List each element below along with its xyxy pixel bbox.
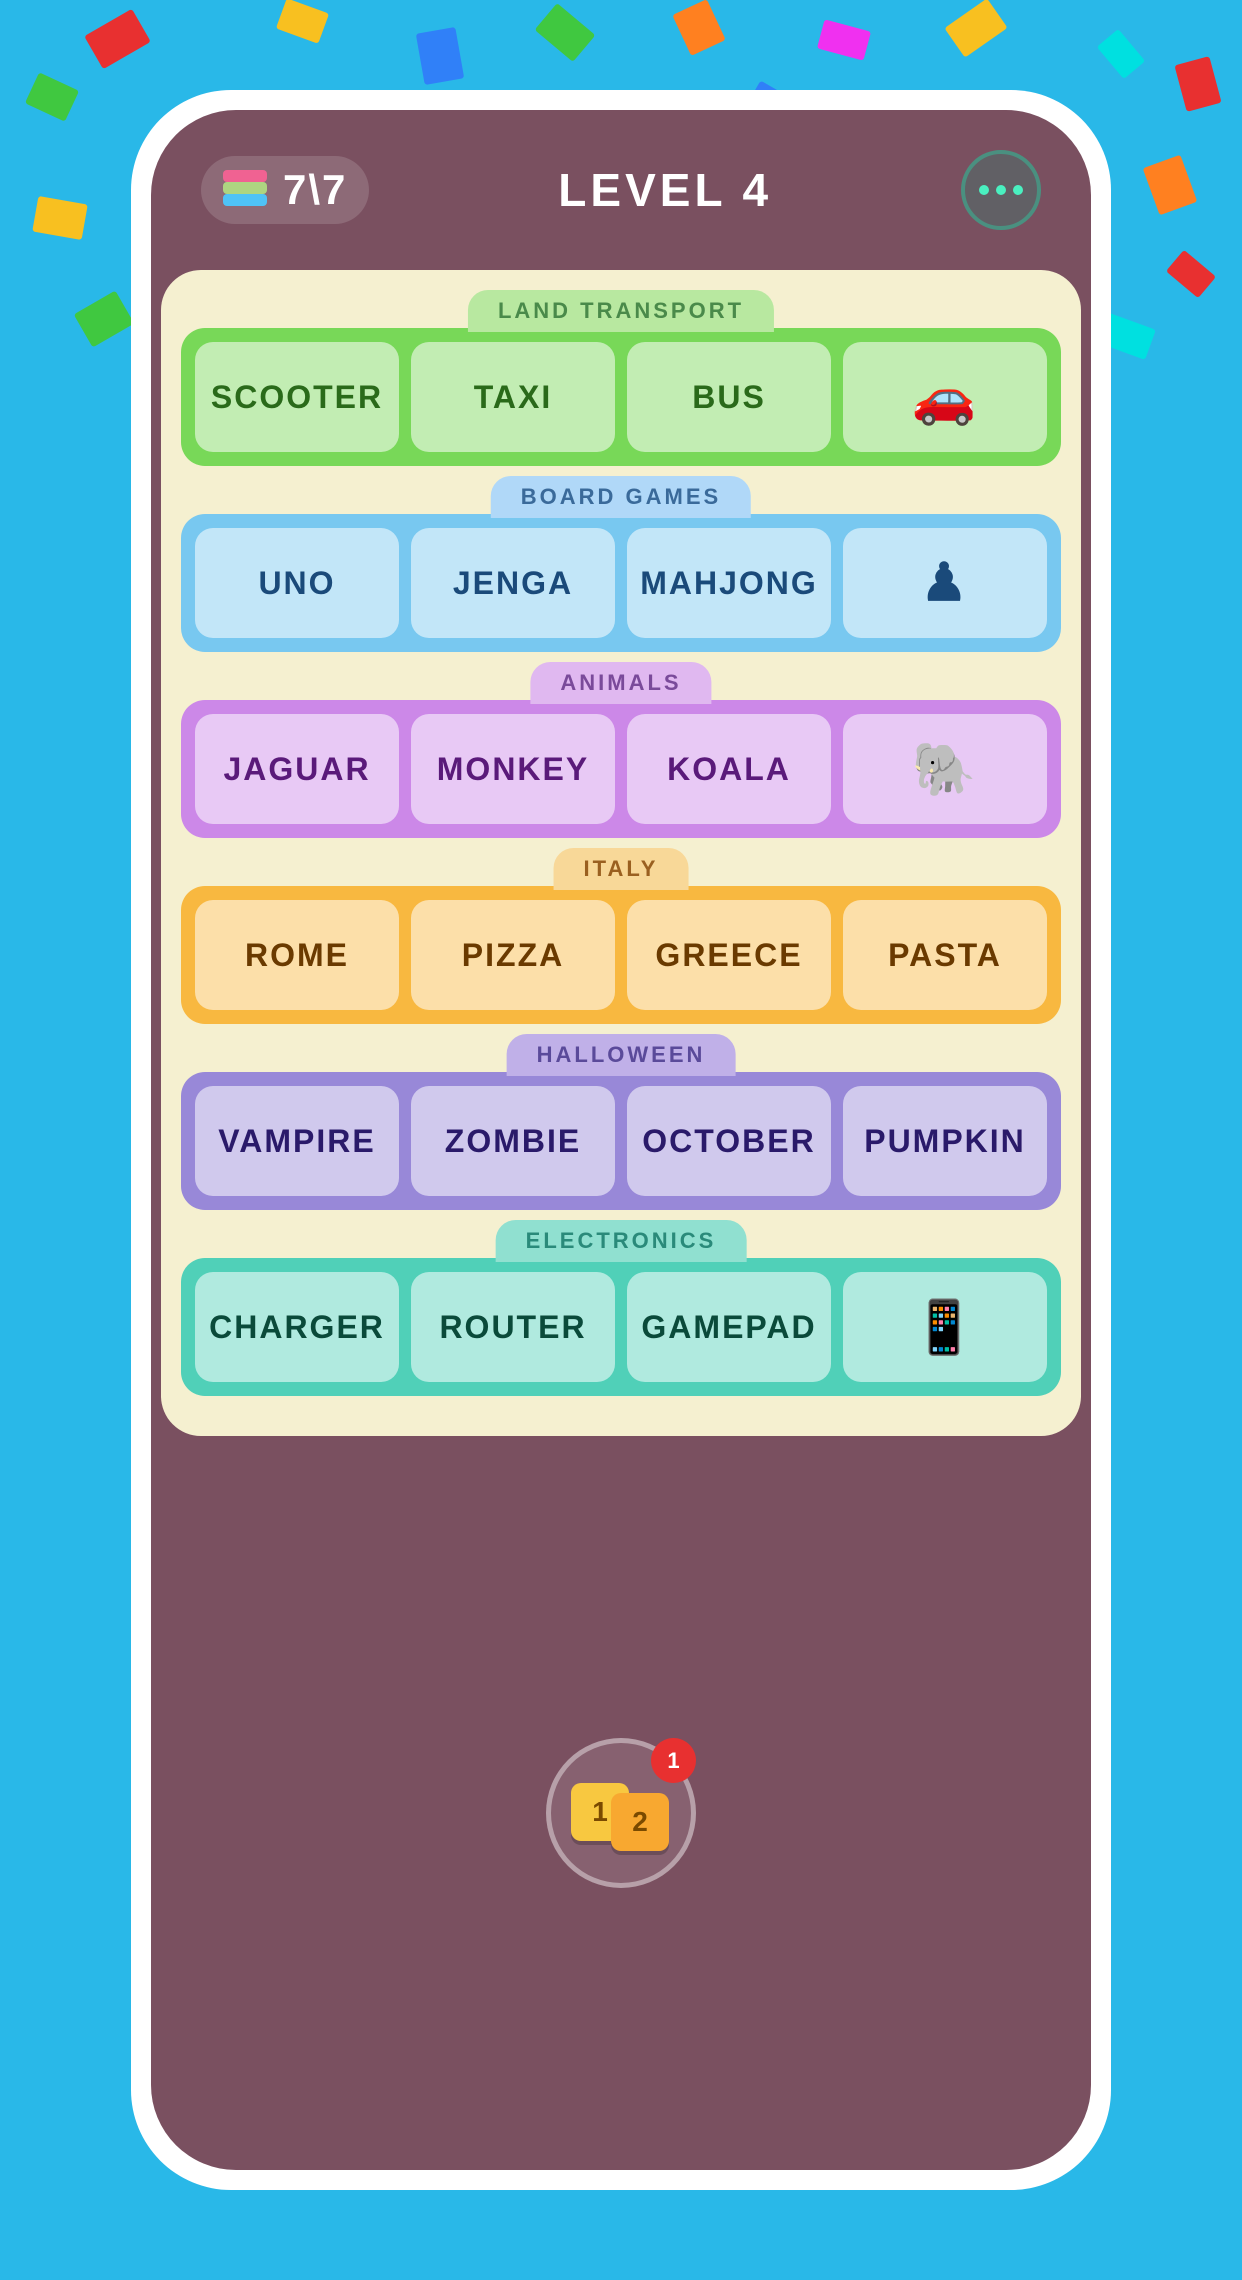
- word-card-car-icon[interactable]: 🚗: [843, 342, 1047, 452]
- word-card-bus[interactable]: BUS: [627, 342, 831, 452]
- category-halloween: HALLOWEEN VAMPIRE ZOMBIE OCTOBER PUMPKIN: [181, 1034, 1061, 1210]
- word-card-taxi[interactable]: TAXI: [411, 342, 615, 452]
- word-row-halloween: VAMPIRE ZOMBIE OCTOBER PUMPKIN: [181, 1072, 1061, 1210]
- category-label-animals: ANIMALS: [530, 662, 711, 704]
- category-label-board-games: BOARD GAMES: [491, 476, 751, 518]
- score-badge: 7\7: [201, 156, 369, 224]
- word-card-gamepad[interactable]: GAMEPAD: [627, 1272, 831, 1382]
- hint-badge: 1: [651, 1738, 696, 1783]
- word-card-rome[interactable]: ROME: [195, 900, 399, 1010]
- phone-screen: 7\7 LEVEL 4 LAND TRANSPORT SCOOTER TAXI …: [151, 110, 1091, 2170]
- stack-icon: [223, 170, 273, 210]
- game-area: LAND TRANSPORT SCOOTER TAXI BUS 🚗 BOARD …: [161, 270, 1081, 1436]
- word-card-monkey[interactable]: MONKEY: [411, 714, 615, 824]
- category-italy: ITALY ROME PIZZA GREECE PASTA: [181, 848, 1061, 1024]
- word-card-pasta[interactable]: PASTA: [843, 900, 1047, 1010]
- word-card-scooter[interactable]: SCOOTER: [195, 342, 399, 452]
- word-card-mahjong[interactable]: MAHJONG: [627, 528, 831, 638]
- category-label-halloween: HALLOWEEN: [507, 1034, 736, 1076]
- hint-button[interactable]: 1 2 1: [546, 1738, 696, 1888]
- word-card-phone-icon[interactable]: 📱: [843, 1272, 1047, 1382]
- level-title: LEVEL 4: [558, 163, 772, 217]
- word-card-pumpkin[interactable]: PUMPKIN: [843, 1086, 1047, 1196]
- word-row-land-transport: SCOOTER TAXI BUS 🚗: [181, 328, 1061, 466]
- word-card-chess-icon[interactable]: ♟: [843, 528, 1047, 638]
- phone-frame: 7\7 LEVEL 4 LAND TRANSPORT SCOOTER TAXI …: [131, 90, 1111, 2190]
- word-card-october[interactable]: OCTOBER: [627, 1086, 831, 1196]
- hint-tile-2: 2: [611, 1793, 669, 1851]
- game-header: 7\7 LEVEL 4: [151, 110, 1091, 250]
- category-land-transport: LAND TRANSPORT SCOOTER TAXI BUS 🚗: [181, 290, 1061, 466]
- word-card-greece[interactable]: GREECE: [627, 900, 831, 1010]
- word-card-zombie[interactable]: ZOMBIE: [411, 1086, 615, 1196]
- word-row-board-games: UNO JENGA MAHJONG ♟: [181, 514, 1061, 652]
- category-board-games: BOARD GAMES UNO JENGA MAHJONG ♟: [181, 476, 1061, 652]
- category-animals: ANIMALS JAGUAR MONKEY KOALA 🐘: [181, 662, 1061, 838]
- word-card-pizza[interactable]: PIZZA: [411, 900, 615, 1010]
- word-row-electronics: CHARGER ROUTER GAMEPAD 📱: [181, 1258, 1061, 1396]
- category-electronics: ELECTRONICS CHARGER ROUTER GAMEPAD 📱: [181, 1220, 1061, 1396]
- category-label-electronics: ELECTRONICS: [496, 1220, 747, 1262]
- category-label-italy: ITALY: [554, 848, 689, 890]
- hint-tiles: 1 2: [571, 1773, 671, 1853]
- word-card-vampire[interactable]: VAMPIRE: [195, 1086, 399, 1196]
- word-card-elephant-icon[interactable]: 🐘: [843, 714, 1047, 824]
- hint-circle: 1 2 1: [546, 1738, 696, 1888]
- word-card-koala[interactable]: KOALA: [627, 714, 831, 824]
- score-text: 7\7: [283, 166, 347, 214]
- word-row-animals: JAGUAR MONKEY KOALA 🐘: [181, 700, 1061, 838]
- bottom-section: 1 2 1: [506, 1456, 736, 2170]
- word-card-jenga[interactable]: JENGA: [411, 528, 615, 638]
- word-row-italy: ROME PIZZA GREECE PASTA: [181, 886, 1061, 1024]
- word-card-router[interactable]: ROUTER: [411, 1272, 615, 1382]
- word-card-jaguar[interactable]: JAGUAR: [195, 714, 399, 824]
- category-label-land-transport: LAND TRANSPORT: [468, 290, 774, 332]
- menu-dots-icon: [979, 185, 1023, 195]
- word-card-uno[interactable]: UNO: [195, 528, 399, 638]
- word-card-charger[interactable]: CHARGER: [195, 1272, 399, 1382]
- menu-button[interactable]: [961, 150, 1041, 230]
